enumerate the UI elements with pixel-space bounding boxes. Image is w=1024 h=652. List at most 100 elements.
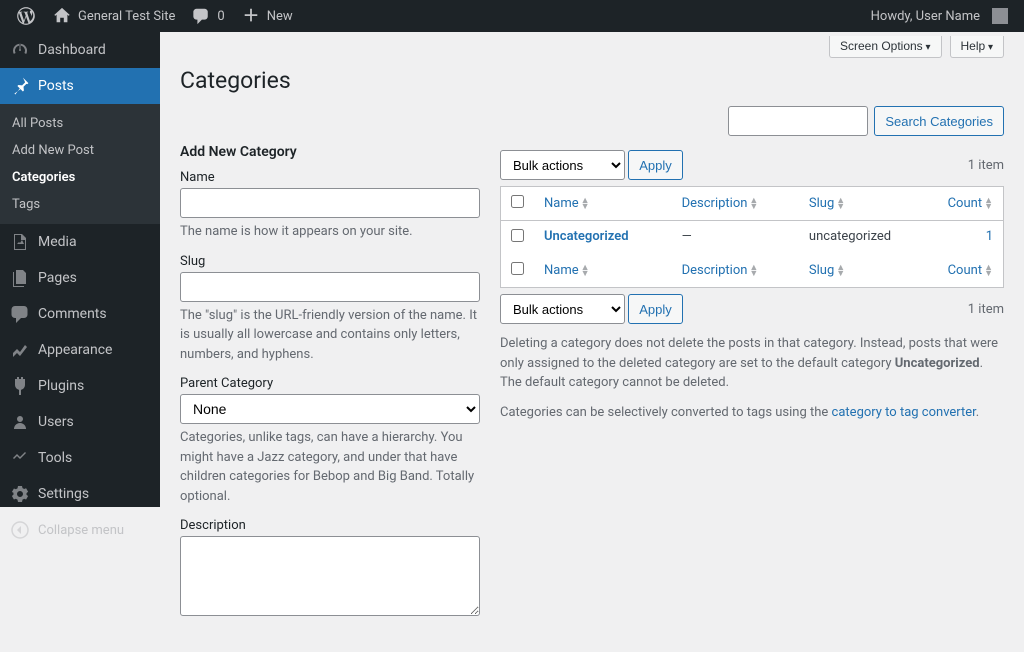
apply-button-top[interactable]: Apply	[628, 150, 683, 180]
apply-button-bottom[interactable]: Apply	[628, 294, 683, 324]
col-slug-foot[interactable]: Slug▲▼	[809, 263, 845, 278]
sort-icon: ▲▼	[581, 198, 590, 210]
footer-notes: Deleting a category does not delete the …	[500, 334, 1004, 422]
row-description: —	[672, 221, 799, 255]
appearance-icon	[10, 340, 30, 360]
comments-count: 0	[217, 9, 224, 24]
sidebar-item-label: Dashboard	[38, 42, 106, 58]
submenu-tags[interactable]: Tags	[0, 191, 160, 218]
page-title: Categories	[180, 58, 1004, 98]
submenu-all-posts[interactable]: All Posts	[0, 110, 160, 137]
search-input[interactable]	[728, 106, 868, 136]
col-name[interactable]: Name▲▼	[544, 196, 590, 211]
wordpress-icon	[16, 6, 36, 26]
sidebar-item-label: Pages	[38, 270, 77, 286]
col-description-foot[interactable]: Description▲▼	[682, 263, 759, 278]
sidebar-item-appearance[interactable]: Appearance	[0, 332, 160, 368]
settings-icon	[10, 484, 30, 504]
slug-label: Slug	[180, 254, 480, 269]
col-count[interactable]: Count▲▼	[948, 196, 993, 211]
sidebar-item-comments[interactable]: Comments	[0, 296, 160, 332]
select-all-top[interactable]	[511, 195, 524, 208]
sidebar-item-label: Posts	[38, 78, 74, 94]
name-help: The name is how it appears on your site.	[180, 222, 480, 242]
description-label: Description	[180, 518, 480, 533]
name-label: Name	[180, 170, 480, 185]
sort-icon: ▲▼	[836, 198, 845, 210]
bulk-actions-bottom[interactable]: Bulk actions	[500, 294, 625, 324]
avatar	[992, 8, 1008, 24]
parent-select[interactable]: None	[180, 394, 480, 424]
description-textarea[interactable]	[180, 536, 480, 616]
sort-icon: ▲▼	[836, 265, 845, 277]
select-all-bottom[interactable]	[511, 262, 524, 275]
new-label: New	[267, 9, 293, 24]
dashboard-icon	[10, 40, 30, 60]
sidebar-item-posts[interactable]: Posts	[0, 68, 160, 104]
search-categories-button[interactable]: Search Categories	[874, 106, 1004, 136]
comment-icon	[191, 6, 211, 26]
slug-help: The "slug" is the URL-friendly version o…	[180, 306, 480, 365]
slug-input[interactable]	[180, 272, 480, 302]
sidebar-item-label: Tools	[38, 450, 72, 466]
submenu-add-new-post[interactable]: Add New Post	[0, 137, 160, 164]
submenu-categories[interactable]: Categories	[0, 164, 160, 191]
row-count-link[interactable]: 1	[986, 229, 993, 244]
sidebar-item-label: Settings	[38, 486, 89, 502]
sidebar-item-media[interactable]: Media	[0, 224, 160, 260]
tools-icon	[10, 448, 30, 468]
col-description[interactable]: Description▲▼	[682, 196, 759, 211]
plus-icon	[241, 6, 261, 26]
new-link[interactable]: New	[233, 0, 301, 32]
sort-icon: ▲▼	[984, 265, 993, 277]
sidebar-item-pages[interactable]: Pages	[0, 260, 160, 296]
admin-sidebar: Dashboard Posts All Posts Add New Post C…	[0, 32, 160, 507]
col-count-foot[interactable]: Count▲▼	[948, 263, 993, 278]
items-count-top: 1 item	[968, 158, 1004, 173]
row-name-link[interactable]: Uncategorized	[544, 229, 629, 244]
howdy-link[interactable]: Howdy, User Name	[863, 0, 1016, 32]
col-slug[interactable]: Slug▲▼	[809, 196, 845, 211]
plugins-icon	[10, 376, 30, 396]
row-slug: uncategorized	[799, 221, 934, 255]
parent-label: Parent Category	[180, 376, 480, 391]
sidebar-item-users[interactable]: Users	[0, 404, 160, 440]
category-to-tag-converter-link[interactable]: category to tag converter	[832, 405, 976, 420]
sidebar-item-label: Appearance	[38, 342, 112, 358]
comments-link[interactable]: 0	[183, 0, 232, 32]
comments-icon	[10, 304, 30, 324]
wp-logo[interactable]	[8, 0, 44, 32]
site-name: General Test Site	[78, 9, 175, 24]
site-name-link[interactable]: General Test Site	[44, 0, 183, 32]
media-icon	[10, 232, 30, 252]
parent-help: Categories, unlike tags, can have a hier…	[180, 428, 480, 506]
sidebar-item-plugins[interactable]: Plugins	[0, 368, 160, 404]
sort-icon: ▲▼	[749, 265, 758, 277]
sidebar-item-tools[interactable]: Tools	[0, 440, 160, 476]
sidebar-item-label: Users	[38, 414, 74, 430]
col-name-foot[interactable]: Name▲▼	[544, 263, 590, 278]
users-icon	[10, 412, 30, 432]
add-new-category-heading: Add New Category	[180, 144, 480, 160]
table-row: Uncategorized — uncategorized 1	[501, 221, 1004, 255]
admin-bar: General Test Site 0 New Howdy, User Name	[0, 0, 1024, 32]
screen-options-button[interactable]: Screen Options	[829, 36, 942, 58]
help-button[interactable]: Help	[950, 36, 1005, 58]
howdy-text: Howdy, User Name	[871, 9, 980, 24]
sort-icon: ▲▼	[749, 198, 758, 210]
sort-icon: ▲▼	[984, 198, 993, 210]
home-icon	[52, 6, 72, 26]
sidebar-item-label: Plugins	[38, 378, 84, 394]
sidebar-item-label: Comments	[38, 306, 107, 322]
row-checkbox[interactable]	[511, 229, 524, 242]
pin-icon	[10, 76, 30, 96]
bulk-actions-top[interactable]: Bulk actions	[500, 150, 625, 180]
sidebar-item-dashboard[interactable]: Dashboard	[0, 32, 160, 68]
submenu-posts: All Posts Add New Post Categories Tags	[0, 104, 160, 224]
pages-icon	[10, 268, 30, 288]
categories-table: Name▲▼ Description▲▼ Slug▲▼ Count▲▼ Unca…	[500, 186, 1004, 288]
sidebar-item-label: Media	[38, 234, 77, 250]
items-count-bottom: 1 item	[968, 302, 1004, 317]
sort-icon: ▲▼	[581, 265, 590, 277]
name-input[interactable]	[180, 188, 480, 218]
